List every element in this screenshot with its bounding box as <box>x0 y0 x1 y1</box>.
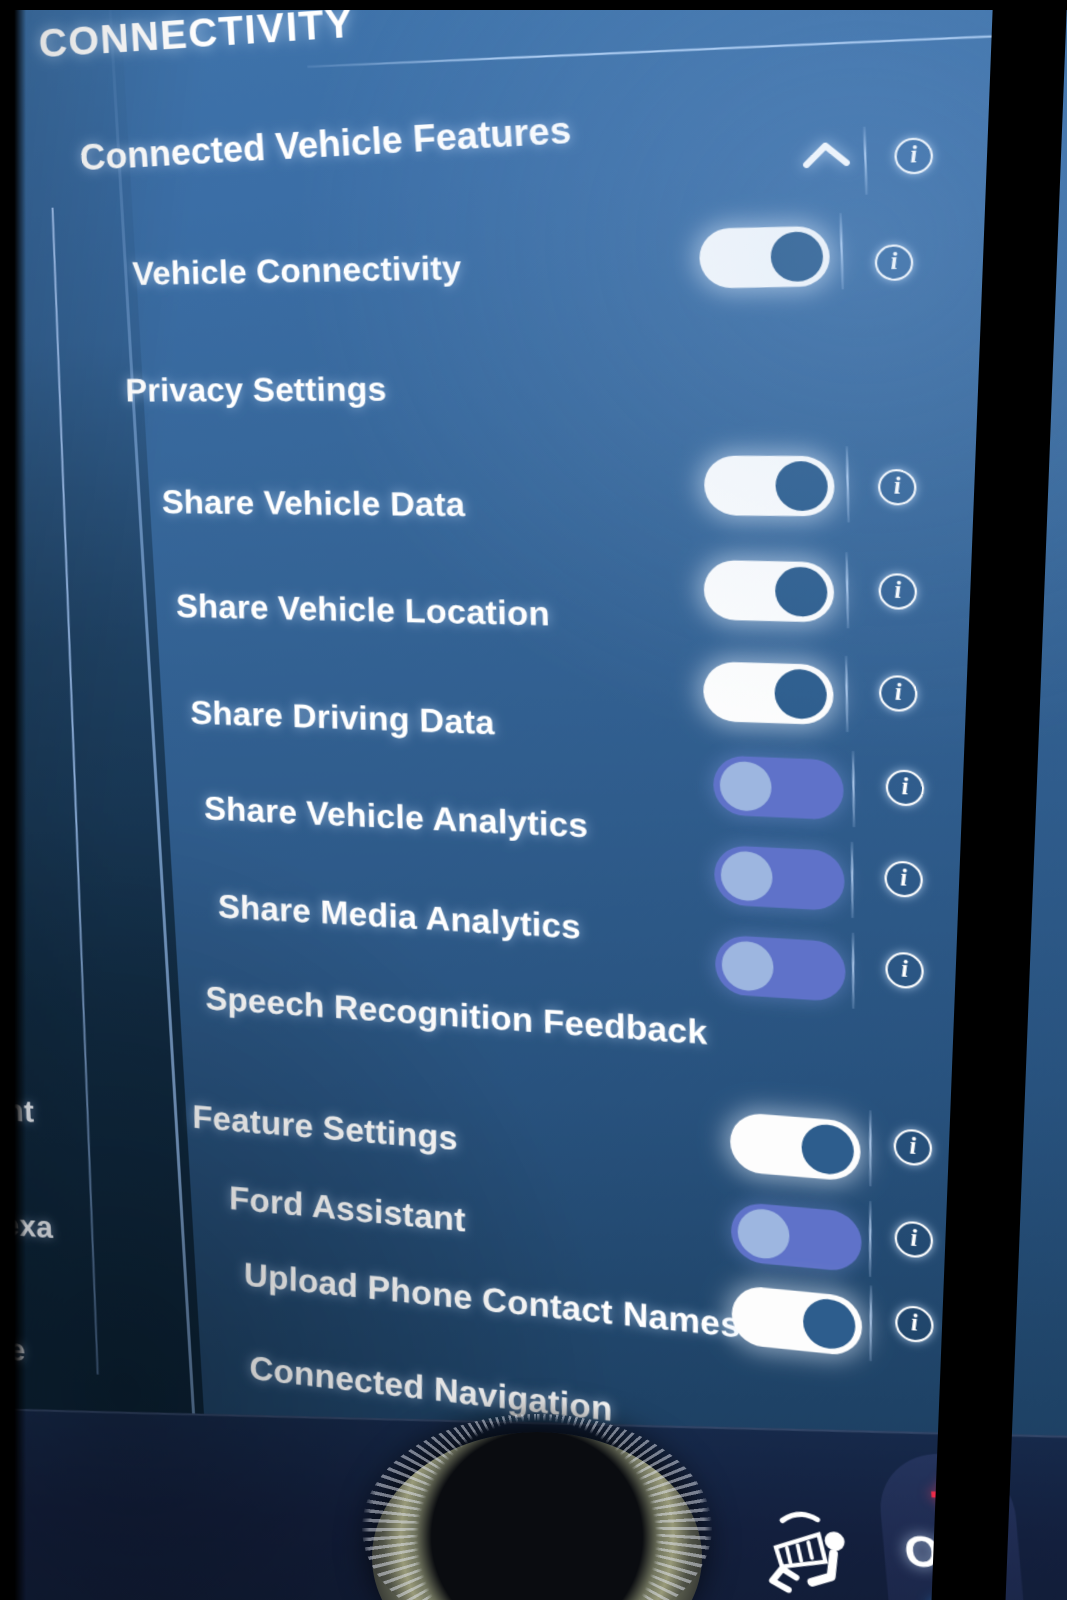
row-divider-7 <box>852 933 855 1009</box>
seat-airflow-defrost-icon[interactable] <box>748 1501 867 1600</box>
bezel-left <box>0 0 26 1600</box>
row-divider-6 <box>851 842 854 918</box>
toggle-knob <box>770 231 824 282</box>
row-divider-5 <box>852 751 855 827</box>
row-label-8: Feature Settings <box>192 1098 457 1158</box>
group-indent-guide <box>52 208 99 1375</box>
toggle-5[interactable] <box>713 755 844 820</box>
row-label-6: Share Media Analytics <box>218 887 581 947</box>
row-label-4: Share Driving Data <box>190 694 495 743</box>
info-button-5[interactable]: i <box>885 770 925 806</box>
infotainment-photo: etivityreesssistantzon Alexat Mode CONNE… <box>0 0 1067 1600</box>
toggle-knob <box>722 940 774 992</box>
toggle-8[interactable] <box>730 1112 860 1182</box>
info-button-9[interactable]: i <box>894 1221 934 1258</box>
volume-knob[interactable] <box>372 1432 702 1600</box>
toggle-knob <box>775 567 828 618</box>
row-divider-10 <box>869 1285 872 1361</box>
title-rule <box>307 33 1034 67</box>
toggle-0[interactable] <box>699 226 831 288</box>
info-button-6[interactable]: i <box>883 861 923 897</box>
toggle-6[interactable] <box>714 845 845 912</box>
toggle-7[interactable] <box>715 934 845 1002</box>
row-label-1: Privacy Settings <box>125 370 387 409</box>
row-divider-0 <box>839 213 844 289</box>
toggle-2[interactable] <box>704 456 835 517</box>
info-button-10[interactable]: i <box>894 1305 934 1343</box>
row-label-2: Share Vehicle Data <box>161 483 465 524</box>
connectivity-settings-page: CONNECTIVITY Connected Vehicle Features … <box>0 0 1067 1600</box>
page-title: CONNECTIVITY <box>38 1 355 67</box>
row-divider-3 <box>845 552 849 628</box>
toggle-knob <box>720 761 772 812</box>
bezel-top <box>0 0 1067 10</box>
group-header-connected-vehicle-features[interactable]: Connected Vehicle Features <box>79 109 573 179</box>
toggle-knob <box>803 1297 855 1352</box>
chevron-up-icon[interactable] <box>800 137 851 171</box>
info-button-group-header[interactable]: i <box>893 137 934 175</box>
row-label-0: Vehicle Connectivity <box>132 248 462 292</box>
row-divider-9 <box>869 1201 871 1277</box>
toggle-knob <box>774 669 827 720</box>
toggle-knob <box>802 1123 854 1177</box>
info-button-4[interactable]: i <box>878 675 918 711</box>
info-button-3[interactable]: i <box>878 573 918 610</box>
touchscreen: etivityreesssistantzon Alexat Mode CONNE… <box>0 0 1067 1600</box>
group-header-divider <box>863 127 868 195</box>
row-divider-2 <box>846 446 850 522</box>
toggle-knob <box>738 1207 790 1261</box>
row-label-7: Speech Recognition Feedback <box>205 979 707 1053</box>
toggle-10[interactable] <box>732 1284 863 1357</box>
info-button-7[interactable]: i <box>884 952 924 989</box>
info-button-8[interactable]: i <box>893 1129 933 1166</box>
info-button-2[interactable]: i <box>877 469 917 506</box>
toggle-4[interactable] <box>703 661 834 725</box>
toggle-knob <box>721 850 773 902</box>
toggle-9[interactable] <box>731 1201 861 1273</box>
row-label-10: Upload Phone Contact Names <box>244 1255 741 1345</box>
toggle-3[interactable] <box>703 560 834 622</box>
row-divider-4 <box>845 656 848 732</box>
row-divider-8 <box>869 1110 871 1186</box>
toggle-knob <box>775 461 828 511</box>
row-label-5: Share Vehicle Analytics <box>204 789 589 845</box>
info-button-0[interactable]: i <box>874 244 914 282</box>
row-label-3: Share Vehicle Location <box>176 587 551 634</box>
row-label-9: Ford Assistant <box>229 1179 466 1239</box>
